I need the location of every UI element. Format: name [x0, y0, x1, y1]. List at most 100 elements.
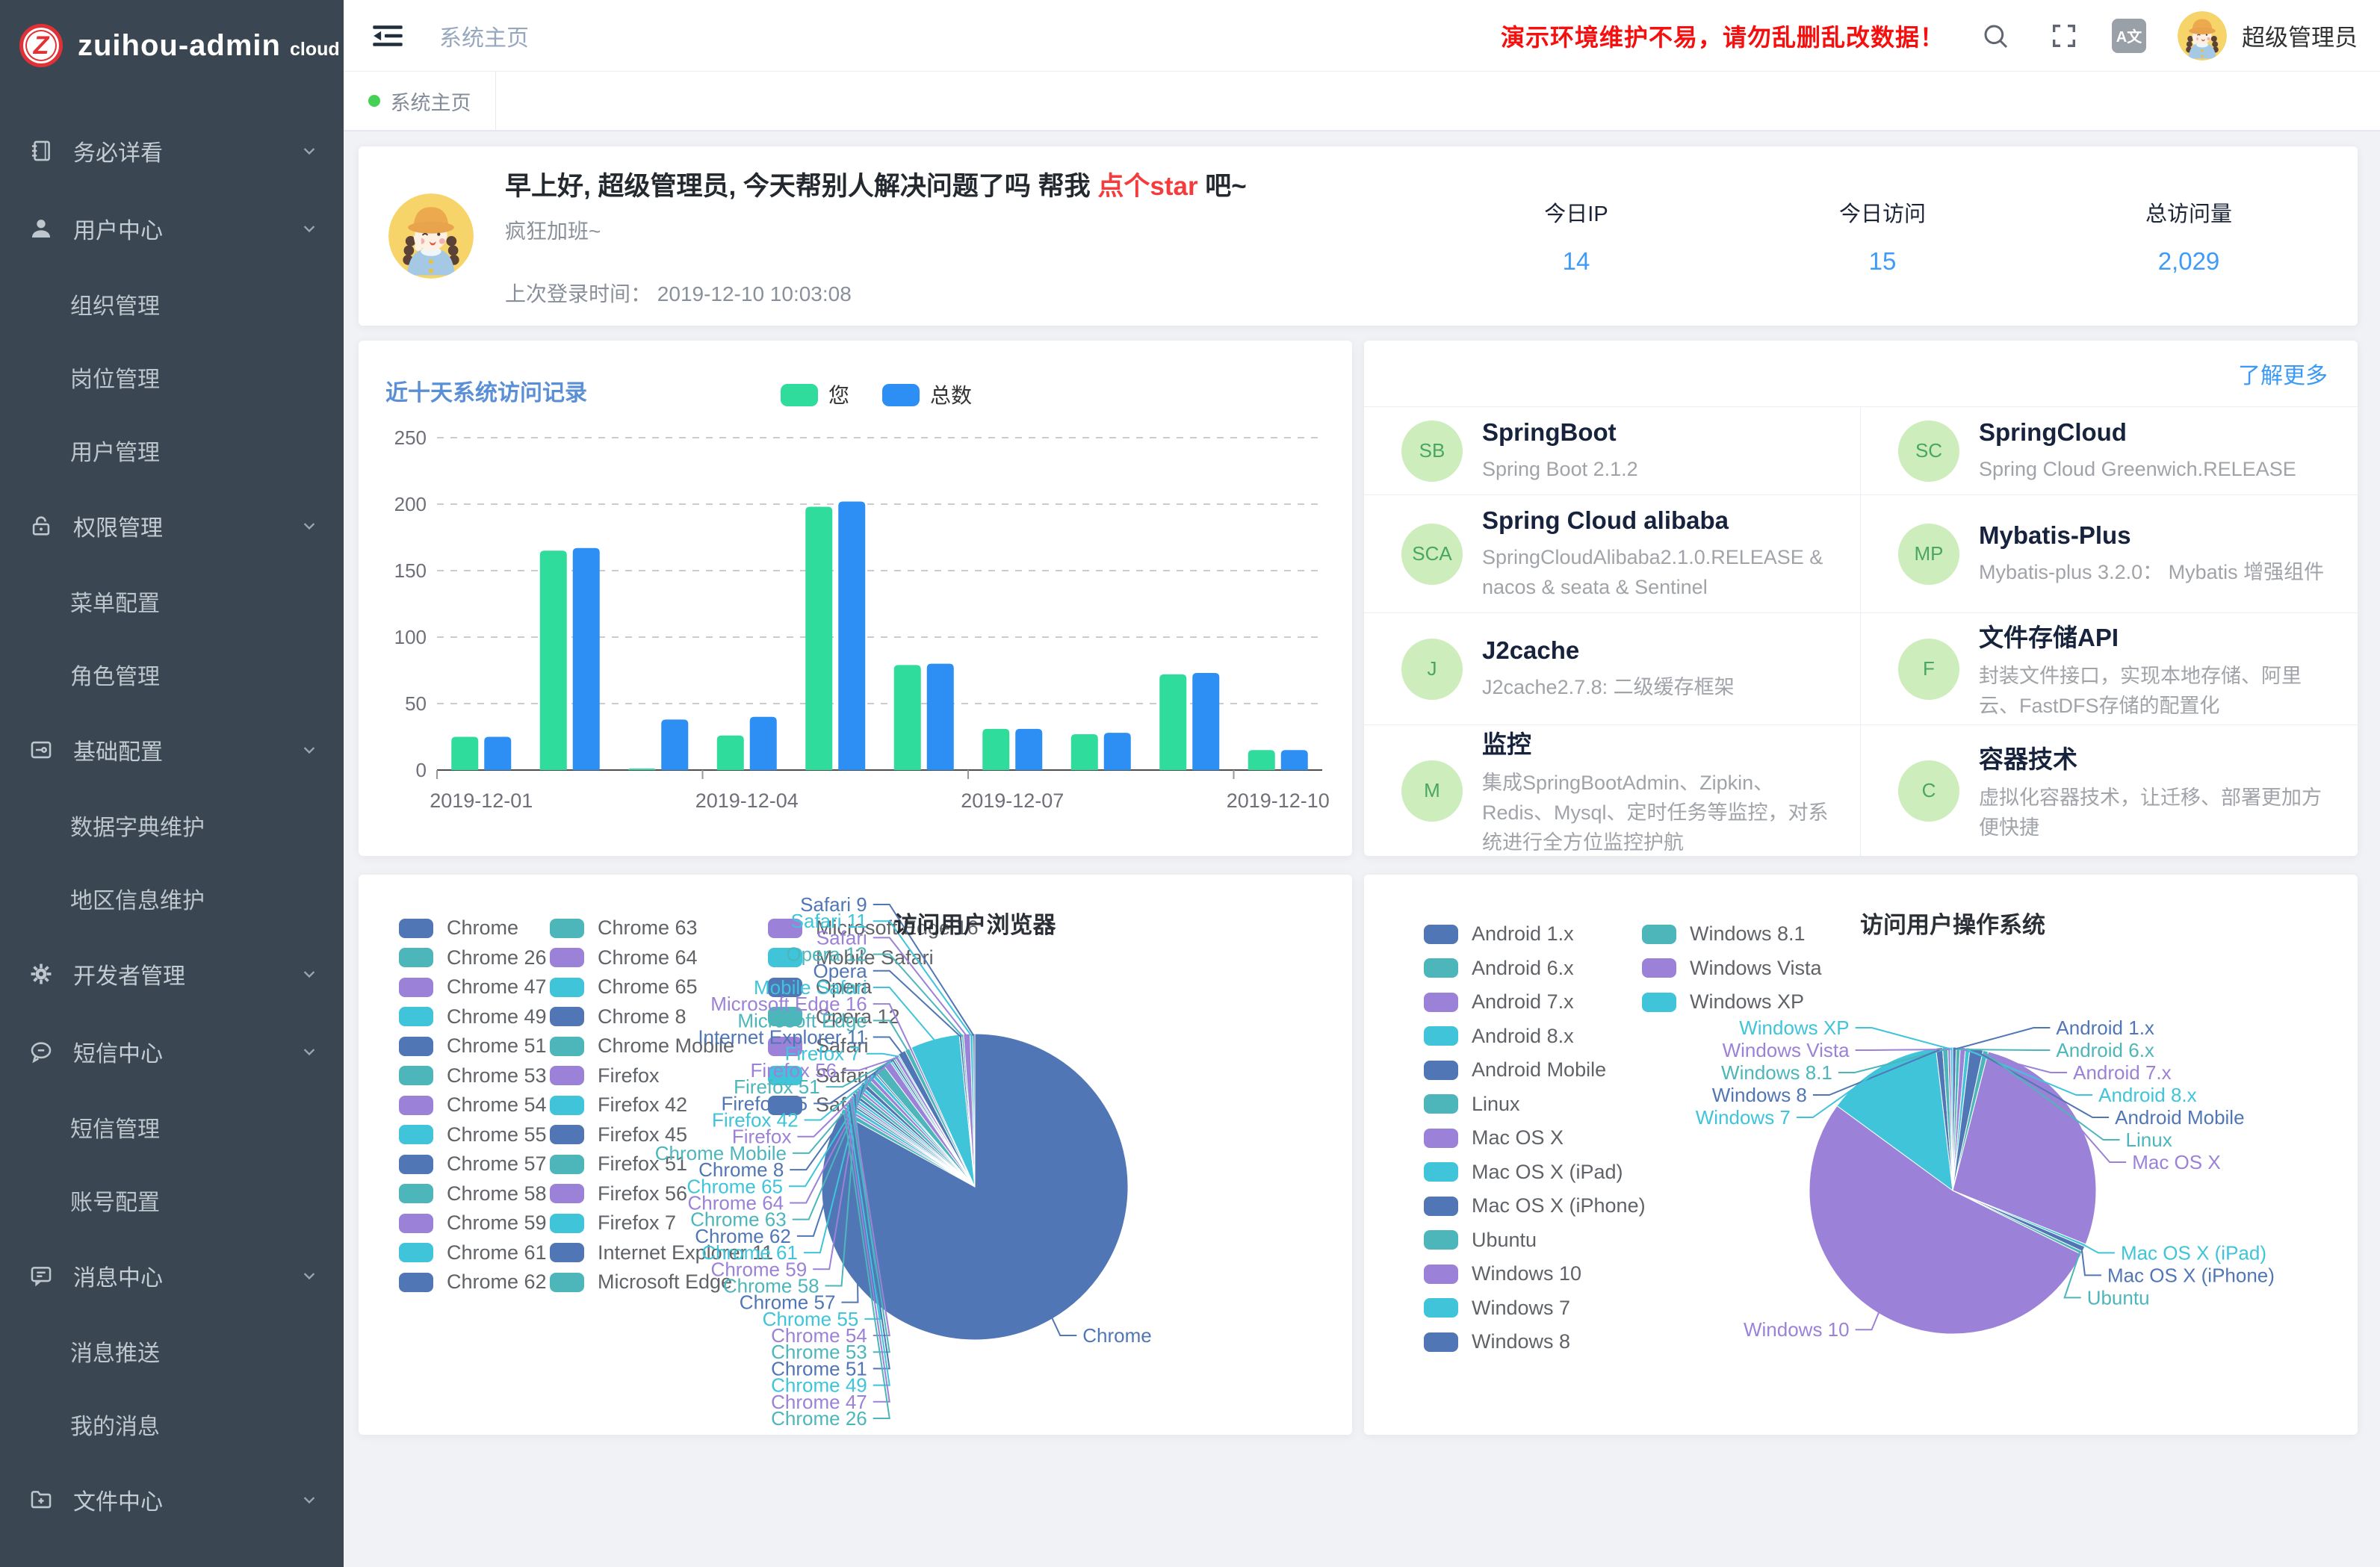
legend-item[interactable]: Mac OS X (iPad): [1424, 1161, 1623, 1184]
legend-item[interactable]: Firefox 45: [550, 1123, 687, 1146]
tech-item: M监控集成SpringBootAdmin、Zipkin、Redis、Mysql、…: [1364, 724, 1861, 856]
legend-item[interactable]: Chrome 61: [399, 1241, 547, 1265]
sidebar-subitem[interactable]: 地区信息维护: [0, 862, 344, 935]
font-size-icon[interactable]: A文: [2112, 19, 2146, 53]
sidebar-item-label: 短信中心: [73, 1035, 163, 1068]
tab-system-home[interactable]: 系统主页: [344, 72, 496, 130]
legend-item[interactable]: Windows 7: [1424, 1297, 1570, 1320]
sidebar-subitem[interactable]: 用户管理: [0, 414, 344, 487]
legend-item[interactable]: Chrome 51: [399, 1034, 547, 1058]
sidebar-subitem[interactable]: 菜单配置: [0, 565, 344, 638]
legend-swatch: [768, 1037, 802, 1056]
legend-item[interactable]: Android 7.x: [1424, 990, 1574, 1014]
legend-item[interactable]: Microsoft Edge: [550, 1270, 732, 1294]
chevron-down-icon: [299, 964, 320, 984]
pie-slice: [911, 1034, 975, 1187]
legend-item[interactable]: Chrome 59: [399, 1211, 547, 1235]
legend-item[interactable]: Windows Vista: [1642, 957, 1822, 980]
sidebar-subitem[interactable]: 数据字典维护: [0, 789, 344, 862]
legend-item[interactable]: Android 1.x: [1424, 922, 1574, 946]
pie-slice: [893, 1057, 975, 1187]
legend-item[interactable]: Safari 11: [768, 1064, 895, 1087]
legend-item[interactable]: Chrome 64: [550, 946, 698, 969]
legend-item[interactable]: Firefox 51: [550, 1152, 687, 1176]
sidebar-subitem[interactable]: 消息推送: [0, 1315, 344, 1388]
legend-item[interactable]: Firefox: [550, 1064, 660, 1087]
sidebar-item-3[interactable]: 基础配置: [0, 711, 344, 789]
legend-item[interactable]: Chrome 49: [399, 1005, 547, 1028]
legend-item[interactable]: Safari: [768, 1034, 869, 1058]
pie-label: Windows 8.1: [1721, 1061, 1832, 1084]
legend-item[interactable]: Safari 9: [768, 1093, 885, 1117]
legend-label: Chrome 55: [447, 1123, 547, 1146]
star-link[interactable]: 点个star: [1097, 172, 1197, 201]
legend-item[interactable]: Chrome 8: [550, 1005, 687, 1028]
legend-item[interactable]: Chrome 63: [550, 916, 698, 940]
sidebar-item-6[interactable]: 消息中心: [0, 1237, 344, 1315]
legend-swatch: [1424, 925, 1458, 944]
pie-label: Safari 9: [800, 893, 867, 916]
legend-item[interactable]: Opera 12: [768, 1005, 900, 1028]
legend-item[interactable]: Firefox 7: [550, 1211, 676, 1235]
legend-item[interactable]: Mac OS X (iPhone): [1424, 1194, 1646, 1217]
tech-item-title: Spring Cloud alibaba: [1482, 506, 1833, 535]
legend-item[interactable]: Chrome: [399, 916, 518, 940]
legend-item[interactable]: Mac OS X: [1424, 1126, 1564, 1149]
sidebar-subitem[interactable]: 岗位管理: [0, 341, 344, 414]
sidebar-item-5[interactable]: 短信中心: [0, 1013, 344, 1090]
legend-item[interactable]: Chrome 54: [399, 1093, 547, 1117]
legend-item[interactable]: Windows XP: [1642, 990, 1804, 1014]
pie-label: Chrome 55: [763, 1308, 859, 1330]
legend-item[interactable]: Chrome 26: [399, 946, 547, 969]
sidebar-item-4[interactable]: 开发者管理: [0, 935, 344, 1013]
chat-icon: [28, 1039, 54, 1064]
legend-item[interactable]: Chrome 62: [399, 1270, 547, 1294]
legend-item[interactable]: Firefox 42: [550, 1093, 687, 1117]
legend-item[interactable]: Internet Explorer 11: [550, 1241, 773, 1265]
legend-label: Chrome 47: [447, 975, 547, 999]
fullscreen-icon[interactable]: [2046, 18, 2082, 54]
legend-item[interactable]: Chrome 58: [399, 1182, 547, 1205]
avatar[interactable]: [2178, 11, 2227, 60]
legend-item[interactable]: Windows 10: [1424, 1262, 1581, 1285]
sidebar-subitem[interactable]: 短信管理: [0, 1090, 344, 1164]
search-icon[interactable]: [1977, 18, 2013, 54]
legend-item[interactable]: Android 8.x: [1424, 1025, 1574, 1048]
bar: [1248, 750, 1275, 770]
legend-item[interactable]: Ubuntu: [1424, 1229, 1537, 1252]
legend-item[interactable]: Chrome 65: [550, 975, 698, 999]
tech-grid: SBSpringBootSpring Boot 2.1.2SCSpringClo…: [1364, 406, 2358, 856]
legend-label: Safari 9: [816, 1093, 885, 1117]
legend-item[interactable]: Chrome 57: [399, 1152, 547, 1176]
sidebar-subitem[interactable]: 角色管理: [0, 638, 344, 711]
sidebar-item-1[interactable]: 用户中心: [0, 190, 344, 267]
pie-label: Android 8.x: [2098, 1084, 2197, 1106]
sidebar-subitem[interactable]: 我的消息: [0, 1388, 344, 1461]
legend-item[interactable]: Chrome 53: [399, 1064, 547, 1087]
legend-item[interactable]: Windows 8: [1424, 1330, 1570, 1353]
legend-item[interactable]: Chrome 55: [399, 1123, 547, 1146]
legend-item[interactable]: Chrome 47: [399, 975, 547, 999]
sidebar-subitem[interactable]: 账号配置: [0, 1164, 344, 1237]
legend-item[interactable]: Firefox 56: [550, 1182, 687, 1205]
sidebar-subitem[interactable]: 组织管理: [0, 267, 344, 341]
legend-item[interactable]: Linux: [1424, 1093, 1520, 1116]
legend-item[interactable]: Android Mobile: [1424, 1058, 1606, 1082]
menu-fold-icon[interactable]: [371, 19, 408, 52]
bar: [894, 665, 921, 770]
sidebar-item-2[interactable]: 权限管理: [0, 487, 344, 565]
learn-more-link[interactable]: 了解更多: [2238, 357, 2328, 390]
pie-title: 访问用户操作系统: [1860, 912, 2045, 938]
legend-item[interactable]: Opera: [768, 975, 872, 999]
sidebar-item-0[interactable]: 务必详看: [0, 112, 344, 190]
username[interactable]: 超级管理员: [2242, 19, 2358, 52]
pie-slice: [889, 1059, 975, 1187]
sidebar-item-7[interactable]: 文件中心: [0, 1461, 344, 1539]
legend-item[interactable]: Android 6.x: [1424, 957, 1574, 980]
legend-item[interactable]: Mobile Safari: [768, 946, 934, 969]
legend-item[interactable]: Windows 8.1: [1642, 922, 1806, 946]
chevron-down-icon: [299, 1265, 320, 1286]
legend-item[interactable]: Microsoft Edge 16: [768, 916, 979, 940]
legend-item[interactable]: Chrome Mobile: [550, 1034, 734, 1058]
tech-item-desc: Spring Boot 2.1.2: [1482, 454, 1638, 484]
